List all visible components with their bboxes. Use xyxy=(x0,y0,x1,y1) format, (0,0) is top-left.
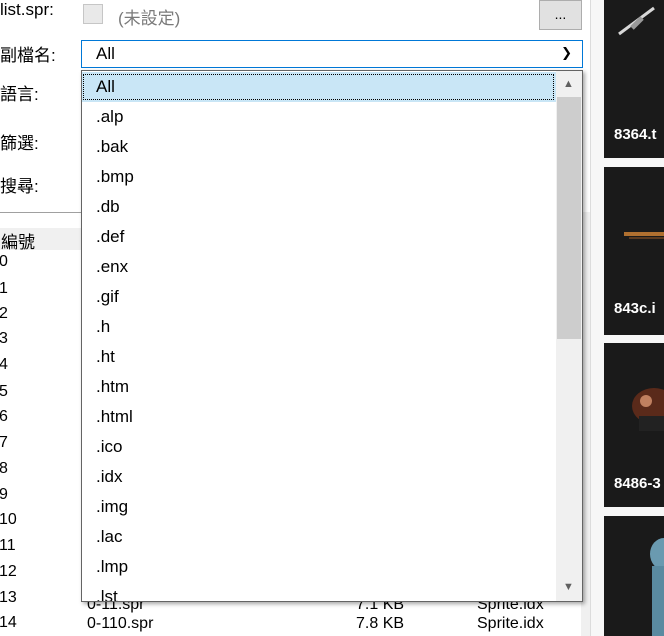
dropdown-option[interactable]: .img xyxy=(82,492,556,522)
dropdown-option-selected[interactable]: All xyxy=(82,72,556,102)
thumbnail-tile[interactable]: 843c.i xyxy=(604,167,664,335)
row-number: 3 xyxy=(0,330,8,347)
dropdown-option[interactable]: .gif xyxy=(82,282,556,312)
row-number: 6 xyxy=(0,408,8,425)
row-number: 4 xyxy=(0,356,8,373)
list-spr-label: list.spr: xyxy=(0,0,54,19)
chevron-up-icon[interactable]: ▲ xyxy=(563,78,574,90)
dropdown-option[interactable]: .lst xyxy=(82,582,556,601)
chevron-down-icon[interactable]: ▼ xyxy=(563,581,574,593)
filter-label: 篩選: xyxy=(0,134,39,153)
dropdown-option[interactable]: .htm xyxy=(82,372,556,402)
dropdown-option[interactable]: .ico xyxy=(82,432,556,462)
row-number: 7 xyxy=(0,434,8,451)
row-number: 9 xyxy=(0,486,8,503)
thumbnail-tile[interactable]: 8364.t xyxy=(604,0,664,158)
ext-combobox[interactable]: All ❯ xyxy=(81,40,583,68)
dropdown-option[interactable]: .bak xyxy=(82,132,556,162)
row-number: 1 xyxy=(0,280,8,297)
dropdown-scrollbar[interactable]: ▲ ▼ xyxy=(556,71,582,601)
dropdown-option[interactable]: .ht xyxy=(82,342,556,372)
search-label: 搜尋: xyxy=(0,177,39,196)
dropdown-option[interactable]: .html xyxy=(82,402,556,432)
file-type-cell: Sprite.idx xyxy=(477,615,544,632)
dropdown-option[interactable]: .idx xyxy=(82,462,556,492)
scrollbar-thumb[interactable] xyxy=(557,97,581,339)
dropdown-option[interactable]: .lac xyxy=(82,522,556,552)
row-number: 8 xyxy=(0,460,8,477)
browse-button[interactable]: ... xyxy=(539,0,582,30)
row-number: 0 xyxy=(0,253,8,270)
lang-label: 語言: xyxy=(0,85,39,104)
row-number: 13 xyxy=(0,589,17,606)
dropdown-option[interactable]: .db xyxy=(82,192,556,222)
sprite-thumbnail xyxy=(650,538,664,636)
row-number: 12 xyxy=(0,563,17,580)
row-number: 2 xyxy=(0,305,8,322)
dropdown-option[interactable]: .bmp xyxy=(82,162,556,192)
ext-dropdown-list[interactable]: All .alp .bak .bmp .db .def .enx .gif .h… xyxy=(81,70,583,602)
number-column-header[interactable]: 編號 xyxy=(0,228,82,252)
row-number: 11 xyxy=(0,537,16,554)
ext-label: 副檔名: xyxy=(0,46,56,65)
file-name-cell: 0-110.spr xyxy=(87,615,154,632)
sprite-thumbnail xyxy=(632,388,664,431)
row-number: 5 xyxy=(0,383,8,400)
dropdown-option[interactable]: .def xyxy=(82,222,556,252)
unset-text: (未設定) xyxy=(118,9,181,28)
file-size-cell: 7.8 KB xyxy=(356,615,405,632)
list-spr-checkbox[interactable] xyxy=(83,4,103,24)
dropdown-option[interactable]: .alp xyxy=(82,102,556,132)
thumbnail-label: 843c.i xyxy=(614,300,656,317)
thumbnail-tile[interactable] xyxy=(604,516,664,636)
row-number: 14 xyxy=(0,614,17,631)
sprite-thumbnail xyxy=(618,6,655,36)
dropdown-option[interactable]: .lmp xyxy=(82,552,556,582)
focus-rect xyxy=(83,74,554,100)
sprite-thumbnail xyxy=(624,232,664,239)
thumbnail-label: 8486-3 xyxy=(614,475,661,492)
thumbnail-label: 8364.t xyxy=(614,126,657,143)
thumbnail-tile[interactable]: 8486-3 xyxy=(604,343,664,507)
ext-combobox-value: All xyxy=(96,44,115,63)
row-number: 10 xyxy=(0,511,17,528)
chevron-down-icon[interactable]: ❯ xyxy=(561,45,572,61)
dropdown-option[interactable]: .h xyxy=(82,312,556,342)
dropdown-option[interactable]: .enx xyxy=(82,252,556,282)
